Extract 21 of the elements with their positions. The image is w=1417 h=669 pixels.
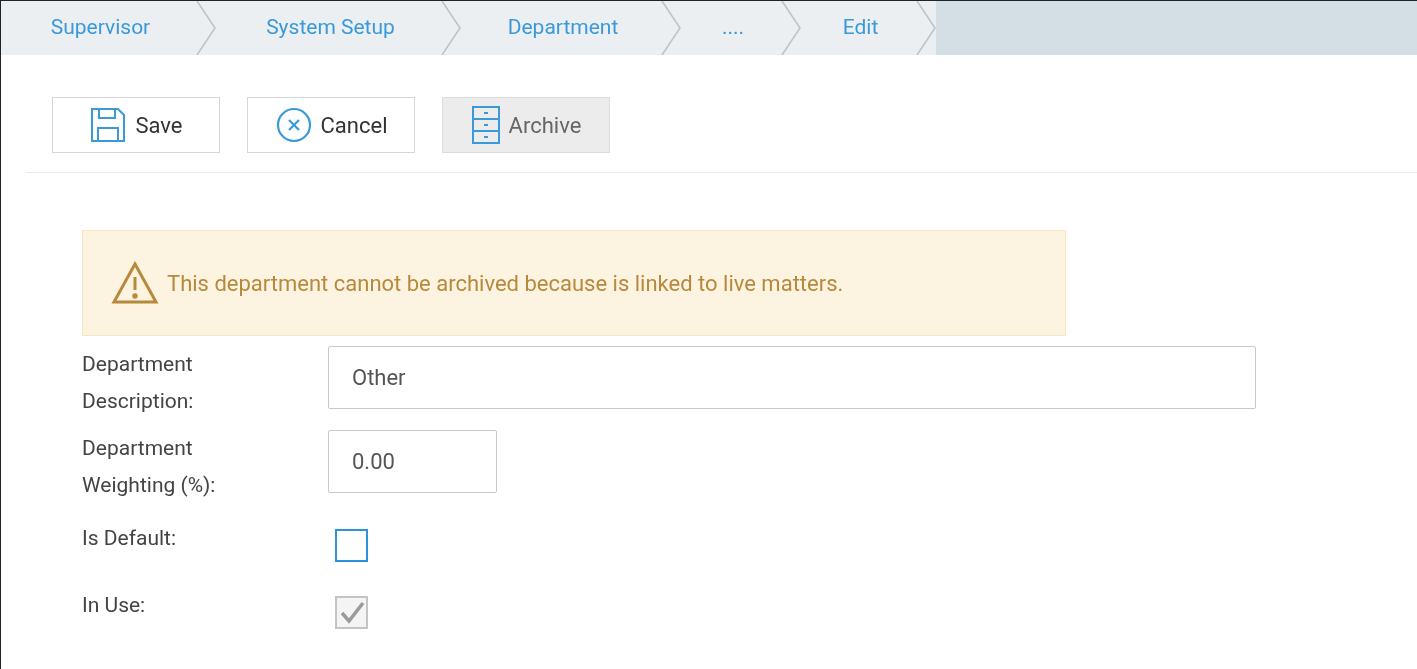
field-label: Department Description: [82,351,195,415]
checkbox[interactable] [335,529,368,562]
text-field[interactable]: Other [328,346,1256,409]
save-button[interactable]: Save [52,97,220,153]
alert-message: This department cannot be archived because is linked to live matters. [167,269,844,298]
chevron-separator-icon [915,1,937,55]
breadcrumb-link[interactable]: .... [721,12,761,44]
field-label: In Use: [82,592,147,619]
checkmark-icon [338,600,365,625]
close-icon [274,106,313,144]
cabinet-icon [470,105,501,145]
save-icon [89,106,128,144]
field-label: Department Weighting (%): [82,435,217,499]
chevron-separator-icon [660,1,682,55]
text-field[interactable]: 0.00 [328,430,497,493]
field-label: Is Default: [82,525,178,552]
chevron-separator-icon [780,1,802,55]
warning-icon [111,261,159,305]
cancel-button[interactable]: Cancel [247,97,415,153]
chevron-separator-icon [195,1,217,55]
chevron-separator-icon [440,1,462,55]
